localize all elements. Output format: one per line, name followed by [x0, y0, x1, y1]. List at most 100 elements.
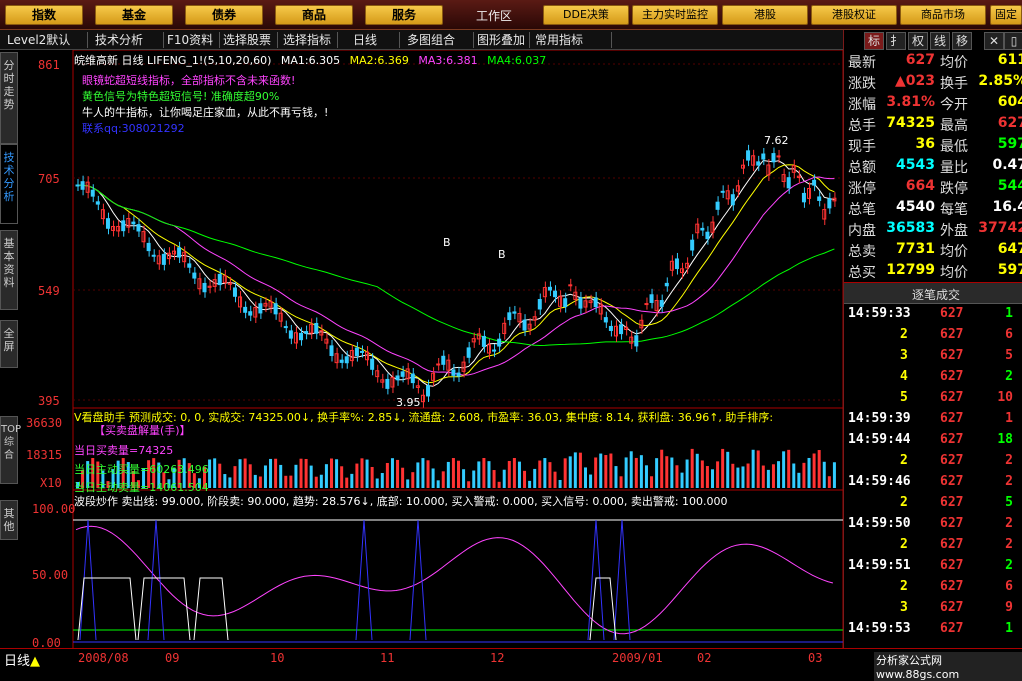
tick-row: 2 627 2 — [848, 453, 1022, 474]
side-tab-basic[interactable]: 基本资料 — [0, 230, 18, 310]
volume-bar — [253, 474, 257, 488]
volume-bar — [304, 458, 308, 488]
candle-body — [329, 345, 334, 357]
quote-value: 2.85% — [978, 73, 1022, 89]
tick-time: 14:59:33 — [848, 306, 911, 321]
index-button[interactable]: 指数 — [5, 5, 83, 25]
top-menu-bar: 指数 基金 债券 商品 服务 工作区 DDE决策 主力实时监控 港股 港股权证 … — [0, 0, 1022, 30]
candle-body — [177, 247, 182, 258]
quote-key: 总笔 — [848, 202, 876, 218]
quote-tab-3[interactable]: 权 — [908, 32, 928, 50]
tick-num: 2 — [1005, 474, 1013, 489]
candle-body — [90, 189, 95, 197]
volume-bar — [299, 458, 303, 488]
osc-plateau — [193, 577, 229, 641]
quote-value: 7731 — [896, 241, 935, 257]
volume-bar — [314, 476, 318, 488]
osc-spike — [79, 519, 97, 641]
side-tab-tech[interactable]: 技术分析 — [0, 144, 18, 224]
tick-num: 2 — [1005, 558, 1013, 573]
multi-chart-menu[interactable]: 多图组合 — [404, 32, 474, 48]
osc-trend-line — [75, 525, 834, 635]
candle-body — [512, 311, 517, 314]
quote-tab-1[interactable]: 标 — [864, 32, 884, 50]
quote-tab-5[interactable]: 移 — [952, 32, 972, 50]
quote-row: 总买 12799 均价 597 — [848, 262, 1022, 283]
candle-body — [202, 282, 207, 293]
volume-bar — [360, 458, 364, 488]
hk-warrant-button[interactable]: 港股权证 — [811, 5, 897, 25]
overlay-menu[interactable]: 图形叠加 — [474, 32, 530, 48]
workarea-label[interactable]: 工作区 — [476, 7, 512, 24]
quote-key: 总卖 — [848, 244, 876, 260]
candle-body — [466, 347, 471, 358]
side-tab-fullscreen[interactable]: 全屏 — [0, 320, 18, 368]
candle-body — [288, 330, 293, 339]
quote-value: 12799 — [886, 262, 935, 278]
volume-bar — [650, 476, 654, 488]
volume-bar — [457, 460, 460, 488]
volume-bar — [248, 464, 252, 488]
volume-bar — [335, 459, 339, 488]
dde-button[interactable]: DDE决策 — [543, 5, 629, 25]
candle-body — [817, 196, 822, 201]
candle-body — [385, 378, 390, 389]
fixed-button[interactable]: 固定 — [990, 5, 1022, 25]
service-button[interactable]: 服务 — [365, 5, 443, 25]
quote-tab-4[interactable]: 线 — [930, 32, 950, 50]
volume-bar — [472, 470, 476, 488]
chart-title-line: 皖维高新 日线 LIFENG_1!(5,10,20,60) MA1:6.305 … — [74, 52, 546, 68]
volume-bar — [355, 463, 359, 488]
common-indicator-menu[interactable]: 常用指标 — [532, 32, 612, 48]
hk-stock-button[interactable]: 港股 — [722, 5, 808, 25]
volume-bar — [543, 458, 547, 488]
quote-key: 现手 — [848, 139, 876, 155]
volume-bar — [812, 453, 816, 488]
candle-body — [410, 373, 415, 384]
bond-button[interactable]: 债券 — [185, 5, 263, 25]
tick-vol: 2 — [900, 453, 908, 468]
tech-analysis-menu[interactable]: 技术分析 — [92, 32, 164, 48]
candle-body — [187, 263, 192, 268]
candle-body — [690, 239, 695, 251]
quote-tab-2[interactable]: 扌 — [886, 32, 906, 50]
ma2-label: MA2: — [349, 54, 378, 67]
volume-bar — [726, 451, 730, 488]
note-4: 联系qq:308021292 — [82, 122, 185, 135]
side-tab-other[interactable]: 其他 — [0, 500, 18, 540]
volume-bar — [426, 460, 430, 488]
period-daily-menu[interactable]: 日线 — [350, 32, 400, 48]
commodity-market-button[interactable]: 商品市场 — [900, 5, 986, 25]
volume-bar — [589, 474, 593, 488]
tick-num: 6 — [1005, 327, 1013, 342]
volume-bar — [263, 465, 267, 488]
commodity-button[interactable]: 商品 — [275, 5, 353, 25]
candle-body — [151, 254, 156, 257]
level2-default-menu[interactable]: Level2默认 — [4, 32, 88, 48]
select-stock-menu[interactable]: 选择股票 — [220, 32, 278, 48]
fund-button[interactable]: 基金 — [95, 5, 173, 25]
candle-body — [553, 290, 558, 298]
f10-menu[interactable]: F10资料 — [164, 32, 220, 48]
quote-tab-close[interactable]: ✕ — [984, 32, 1004, 50]
volume-bar — [807, 457, 811, 488]
volume-bar — [497, 481, 501, 488]
main-monitor-button[interactable]: 主力实时监控 — [632, 5, 718, 25]
side-tab-top[interactable]: TOP综合 — [0, 416, 21, 484]
chart-title: 皖维高新 日线 LIFENG_1!(5,10,20,60) — [74, 54, 272, 67]
side-tab-timeshare[interactable]: 分时走势 — [0, 52, 18, 144]
volume-bar — [736, 467, 740, 488]
select-indicator-menu[interactable]: 选择指标 — [280, 32, 338, 48]
period-label[interactable]: 日线▲ — [4, 650, 40, 669]
volume-bar — [345, 477, 349, 488]
tick-vol: 2 — [900, 495, 908, 510]
kline-chart — [72, 49, 844, 651]
candle-body — [146, 242, 151, 252]
tick-price: 627 — [940, 600, 964, 615]
quote-row: 现手 36 最低 597 — [848, 136, 1022, 157]
quote-tab-expand[interactable]: ▯ — [1004, 32, 1022, 50]
volume-bar — [258, 476, 262, 488]
candle-body — [95, 201, 100, 205]
candle-body — [608, 325, 613, 331]
quote-value: 604 — [997, 94, 1022, 110]
